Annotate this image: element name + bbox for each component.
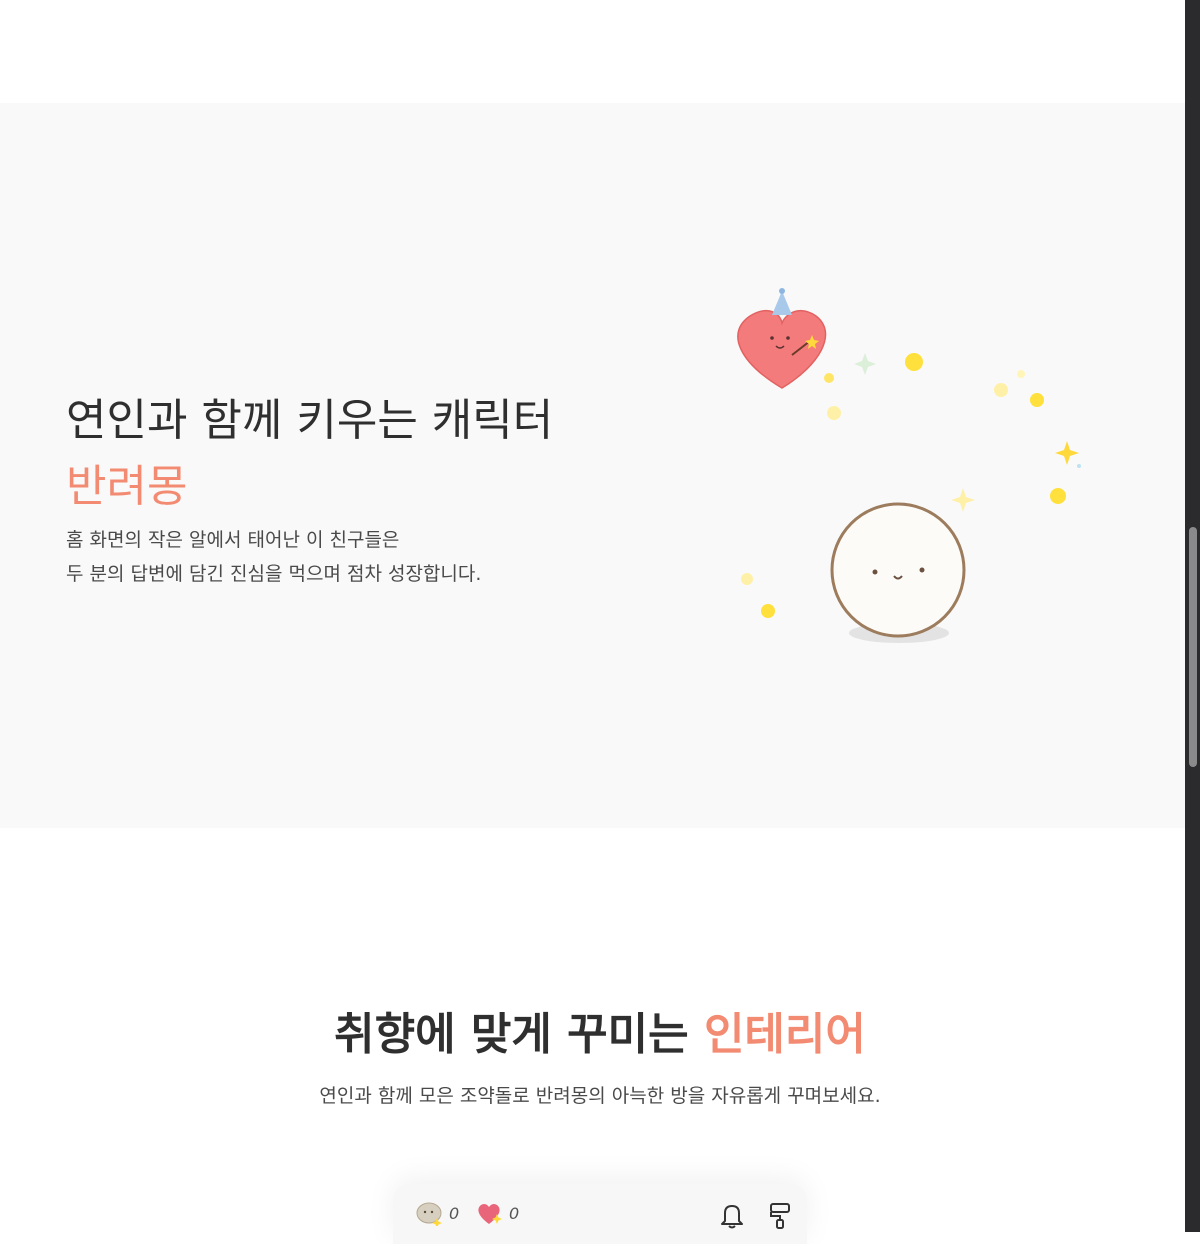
- heart-icon: [478, 1203, 502, 1224]
- companion-illustration: [737, 288, 1081, 643]
- companion-section: 연인과 함께 키우는 캐릭터 반려몽 홈 화면의 작은 알에서 태어난 이 친구…: [0, 103, 1185, 828]
- page-viewport: 연인과 함께 키우는 캐릭터 반려몽 홈 화면의 작은 알에서 태어난 이 친구…: [0, 0, 1185, 1244]
- companion-desc-line-1: 홈 화면의 작은 알에서 태어난 이 친구들은: [66, 529, 400, 551]
- interior-section: 취향에 맞게 꾸미는 인테리어 연인과 함께 모은 조약돌로 반려몽의 아늑한 …: [0, 828, 1185, 1244]
- app-preview-header: 0 0: [393, 1184, 807, 1244]
- companion-title-highlight: 반려몽: [66, 460, 188, 512]
- companion-title: 연인과 함께 키우는 캐릭터 반려몽: [66, 388, 626, 520]
- bell-icon: [721, 1205, 743, 1229]
- interior-description: 연인과 함께 모은 조약돌로 반려몽의 아늑한 방을 자유롭게 꾸며보세요.: [319, 1085, 881, 1107]
- interior-title-highlight: 인테리어: [703, 1008, 866, 1060]
- heart-count: 0: [509, 1203, 520, 1223]
- stone-counter: 0: [415, 1198, 459, 1228]
- scrollbar-thumb[interactable]: [1189, 527, 1197, 767]
- companion-desc-line-2: 두 분의 답변에 담긴 진심을 먹으며 점차 성장합니다.: [66, 563, 482, 585]
- stone-count: 0: [449, 1203, 460, 1223]
- interior-title-prefix: 취향에 맞게 꾸미는: [334, 1008, 704, 1060]
- interior-title: 취향에 맞게 꾸미는 인테리어: [0, 1005, 1200, 1065]
- decorate-button[interactable]: [765, 1200, 795, 1230]
- companion-title-line: 연인과 함께 키우는 캐릭터: [66, 394, 554, 446]
- notification-button[interactable]: [717, 1200, 747, 1230]
- companion-description: 홈 화면의 작은 알에서 태어난 이 친구들은 두 분의 답변에 담긴 진심을 …: [66, 523, 626, 591]
- pebble-icon: [416, 1202, 442, 1226]
- heart-counter: 0: [475, 1198, 519, 1228]
- heart-character-icon: [737, 288, 827, 389]
- paint-roller-icon: [770, 1203, 790, 1229]
- egg-character-icon: [830, 502, 966, 643]
